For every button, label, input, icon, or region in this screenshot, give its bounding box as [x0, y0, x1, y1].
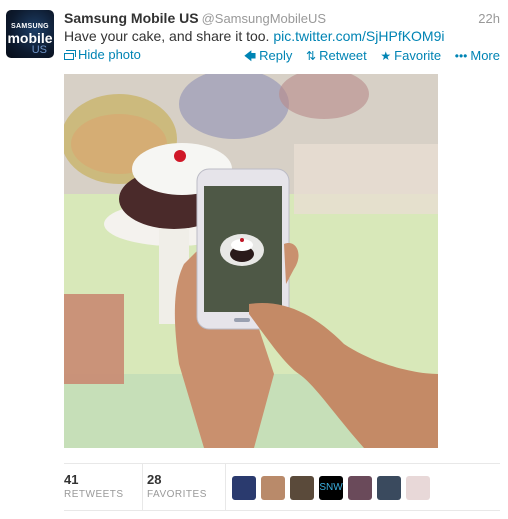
favoriter-avatar[interactable] — [290, 476, 314, 500]
favoriter-avatar[interactable]: SNW — [319, 476, 343, 500]
account-username[interactable]: @SamsungMobileUS — [202, 11, 326, 26]
reply-label: Reply — [259, 48, 293, 63]
favorite-button[interactable]: ★ Favorite — [380, 48, 441, 63]
retweet-button[interactable]: ⇅ Retweet — [306, 48, 367, 63]
tweet-pic-link[interactable]: pic.twitter.com/SjHPfKOM9i — [273, 28, 444, 44]
retweets-count: 41 — [64, 472, 79, 487]
favorite-label: Favorite — [394, 48, 442, 63]
star-icon: ★ — [380, 49, 392, 63]
hide-photo-label: Hide photo — [78, 47, 141, 62]
favoriter-avatar[interactable] — [348, 476, 372, 500]
tweet-text: Have your cake, and share it too. pic.tw… — [64, 28, 445, 44]
avatar-text-samsung: SAMSUNG — [11, 23, 49, 30]
favorites-label: FAVORITES — [147, 489, 207, 500]
retweets-stat[interactable]: 41 RETWEETS — [64, 464, 143, 510]
tweet-photo[interactable] — [64, 74, 438, 448]
more-button[interactable]: ••• More — [455, 48, 500, 63]
avatar-text-us: US — [31, 44, 47, 56]
reply-arrow-icon: 🡄 — [243, 49, 257, 63]
retweet-label: Retweet — [319, 48, 367, 63]
hide-photo-button[interactable]: Hide photo — [64, 47, 141, 62]
favoriter-avatar[interactable] — [406, 476, 430, 500]
favoriter-avatar[interactable] — [377, 476, 401, 500]
reply-button[interactable]: 🡄 Reply — [244, 48, 293, 63]
retweet-icon: ⇅ — [306, 49, 317, 63]
more-label: More — [470, 48, 500, 63]
tweet-actions: Hide photo 🡄 Reply ⇅ Retweet ★ Favorite •••… — [64, 47, 500, 63]
retweets-label: RETWEETS — [64, 489, 124, 500]
favoriters-list: SNW — [232, 476, 435, 500]
tweet-stats: 41 RETWEETS 28 FAVORITES SNW — [64, 463, 500, 511]
tweet-header: Samsung Mobile US @SamsungMobileUS 22h — [64, 10, 500, 28]
account-full-name[interactable]: Samsung Mobile US — [64, 10, 199, 26]
profile-avatar[interactable]: SAMSUNG mobile US — [6, 10, 54, 58]
favorites-count: 28 — [147, 472, 162, 487]
more-dots-icon: ••• — [454, 49, 468, 63]
favorites-stat[interactable]: 28 FAVORITES — [147, 464, 226, 510]
photo-illustration — [64, 74, 438, 448]
photo-icon — [64, 50, 76, 60]
favoriter-avatar[interactable] — [261, 476, 285, 500]
favoriter-avatar[interactable] — [232, 476, 256, 500]
tweet-timestamp[interactable]: 22h — [478, 11, 500, 26]
tweet-body: Have your cake, and share it too. — [64, 28, 270, 44]
